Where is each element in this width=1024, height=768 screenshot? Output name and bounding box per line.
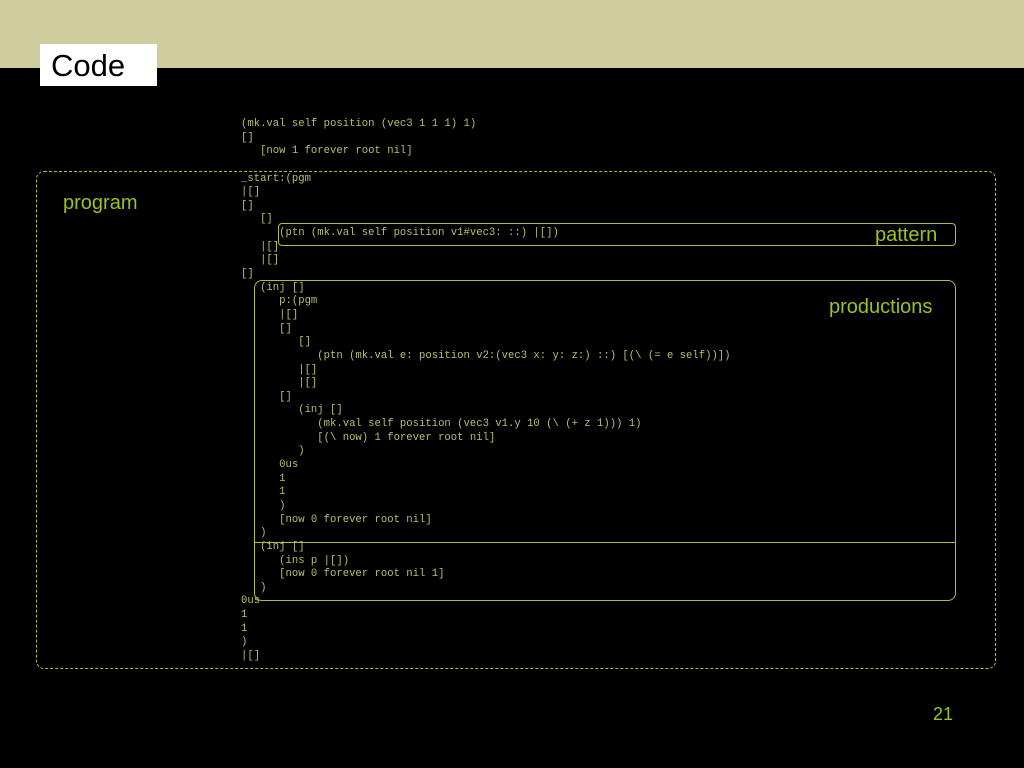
code-line: 0us: [241, 459, 299, 472]
code-line: ): [241, 581, 267, 594]
code-line: ): [241, 636, 248, 649]
code-line: ): [241, 445, 305, 458]
program-label: program: [63, 192, 138, 214]
code-line: []: [241, 131, 254, 144]
code-line: |[]: [241, 363, 318, 376]
code-line: |[]: [241, 649, 261, 662]
code-listing: (mk.val self position (vec3 1 1 1) 1)[] …: [241, 118, 731, 664]
code-line: ): [241, 527, 267, 540]
code-line: |[]: [241, 254, 280, 267]
code-line: [now 0 forever root nil 1]: [241, 568, 445, 581]
code-line: (inj []: [241, 281, 305, 294]
code-line: []: [241, 390, 292, 403]
page-number: 21: [933, 704, 954, 724]
code-line: (mk.val self position (vec3 v1.y 10 (\ (…: [241, 418, 642, 431]
code-line: []: [241, 322, 292, 335]
code-line: [(\ now) 1 forever root nil]: [241, 431, 496, 444]
code-line: []: [241, 336, 311, 349]
code-line: (inj []: [241, 404, 343, 417]
code-line: 1: [241, 486, 286, 499]
code-line: (ins p |[]): [241, 554, 350, 567]
code-line: (ptn (mk.val self position v1#vec3: ::) …: [241, 227, 559, 240]
code-line: _start:(pgm: [241, 172, 311, 185]
code-line: []: [241, 213, 273, 226]
code-line: |[]: [241, 377, 318, 390]
code-line: 0us: [241, 595, 261, 608]
code-line: []: [241, 199, 254, 212]
code-line: |[]: [241, 240, 280, 253]
code-line: |[]: [241, 308, 299, 321]
code-line: (mk.val self position (vec3 1 1 1) 1): [241, 118, 477, 130]
code-line: |[]: [241, 186, 261, 199]
code-line: 1: [241, 609, 248, 622]
code-line: [now 1 forever root nil]: [241, 145, 413, 158]
productions-label: productions: [829, 296, 933, 318]
code-line: 1: [241, 472, 286, 485]
code-line: [now 0 forever root nil]: [241, 513, 432, 526]
slide-title: Code: [51, 48, 126, 83]
code-line: ): [241, 499, 286, 512]
code-line: []: [241, 268, 254, 281]
code-line: (inj []: [241, 540, 305, 553]
pattern-label: pattern: [875, 224, 938, 246]
code-line: 1: [241, 622, 248, 635]
code-line: p:(pgm: [241, 295, 318, 308]
code-line: (ptn (mk.val e: position v2:(vec3 x: y: …: [241, 349, 731, 362]
